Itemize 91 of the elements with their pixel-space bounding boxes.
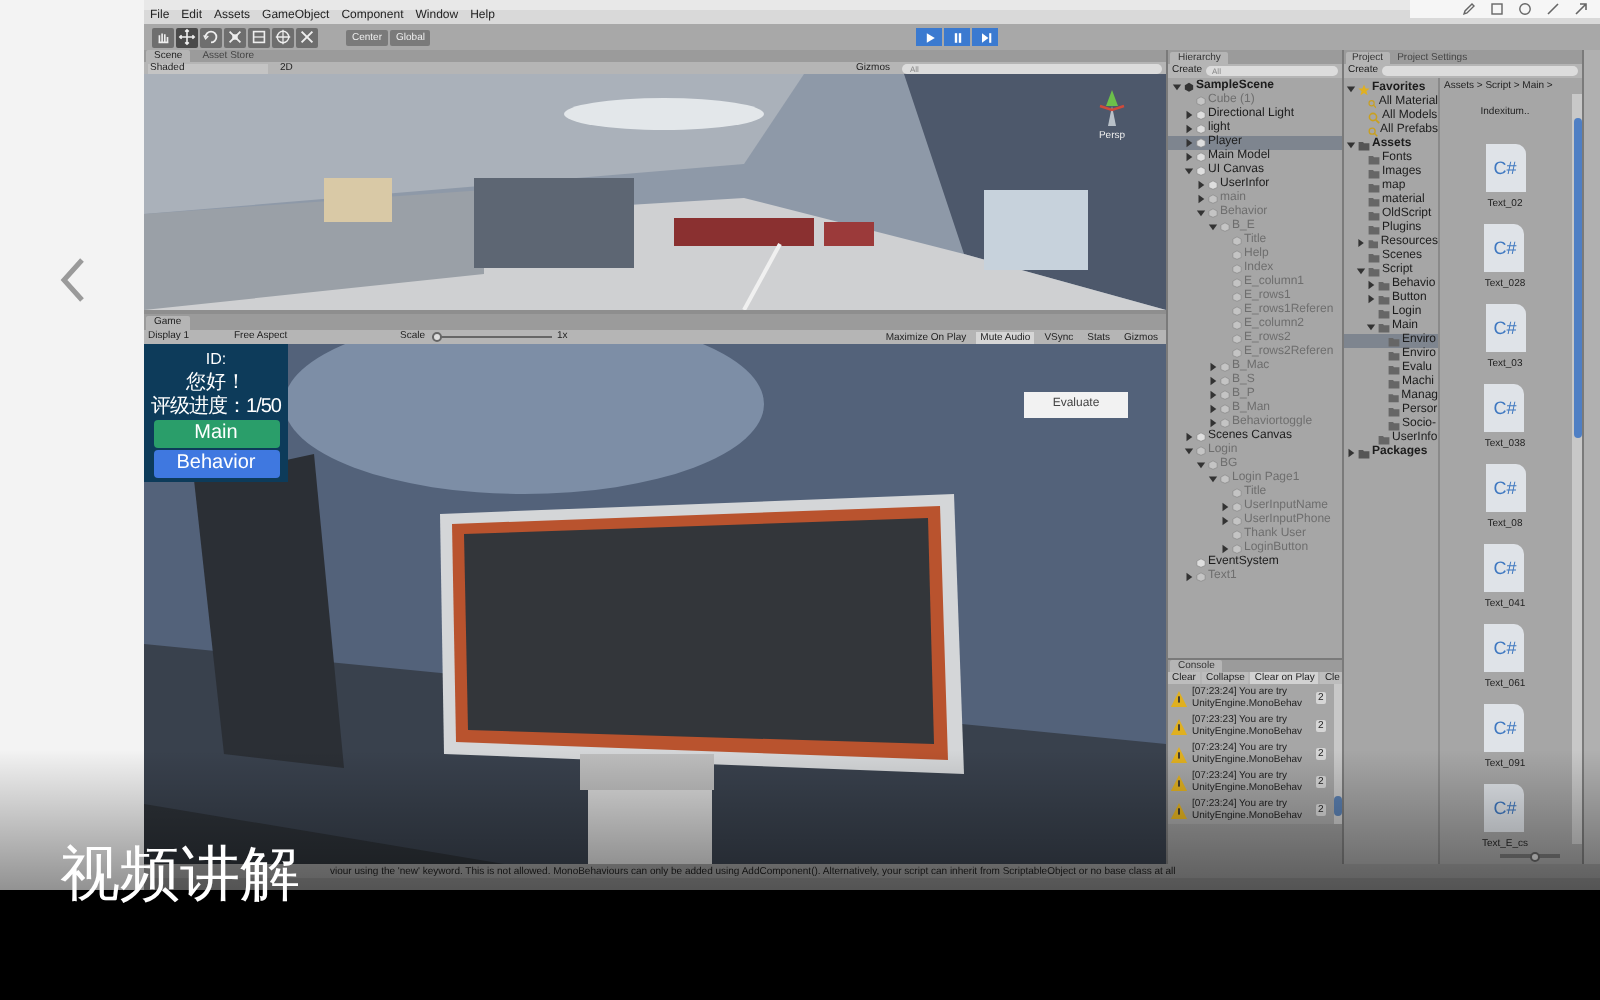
script-file-icon[interactable]: C# [1485, 304, 1525, 352]
disclosure-arrow-icon[interactable] [1220, 544, 1230, 554]
tool-button[interactable] [272, 27, 294, 47]
chevron-left-icon[interactable] [58, 256, 86, 304]
disclosure-arrow-icon[interactable] [1208, 474, 1218, 484]
disclosure-arrow-icon[interactable] [1356, 238, 1366, 248]
disclosure-arrow-icon[interactable] [1366, 294, 1376, 304]
warning-icon [1170, 773, 1188, 791]
disclosure-arrow-icon[interactable] [1346, 140, 1356, 150]
disclosure-arrow-icon[interactable] [1184, 152, 1194, 162]
play-icon [921, 29, 937, 45]
disclosure-arrow-icon[interactable] [1208, 222, 1218, 232]
disclosure-arrow-icon[interactable] [1208, 418, 1218, 428]
script-file-icon[interactable]: C# [1484, 544, 1525, 592]
unity-scene-icon [1184, 82, 1194, 92]
disclosure-arrow-icon[interactable] [1208, 376, 1218, 386]
disclosure-arrow-icon[interactable] [1346, 84, 1356, 94]
file-type-label: C# [1493, 638, 1517, 658]
scrollbar[interactable] [1572, 94, 1582, 844]
greeting-text: 您好！ [186, 372, 246, 394]
script-file-icon[interactable]: C# [1484, 704, 1525, 752]
warning-icon [1170, 717, 1188, 735]
disclosure-arrow-icon[interactable] [1184, 166, 1194, 176]
id-label: ID: [205, 350, 227, 370]
step-icon [977, 29, 993, 45]
disclosure-arrow-icon[interactable] [1366, 280, 1376, 290]
file-type-label: C# [1493, 558, 1517, 578]
move-icon [178, 28, 196, 46]
square-icon[interactable] [1490, 2, 1504, 16]
play-button[interactable] [916, 28, 942, 46]
search-field[interactable] [1382, 66, 1578, 76]
disclosure-arrow-icon[interactable] [1184, 446, 1194, 456]
behavior-button[interactable]: Behavior [153, 450, 279, 478]
tool-button[interactable] [176, 27, 198, 47]
script-file-icon[interactable]: C# [1484, 624, 1525, 672]
file-type-label: C# [1493, 398, 1517, 418]
disclosure-arrow-icon[interactable] [1220, 502, 1230, 512]
pencil-icon[interactable] [1462, 2, 1476, 16]
disclosure-arrow-icon[interactable] [1356, 266, 1366, 276]
tool-button[interactable] [224, 27, 246, 47]
slider-thumb[interactable] [431, 332, 442, 342]
script-file-icon[interactable]: C# [1485, 464, 1525, 512]
disclosure-arrow-icon[interactable] [1196, 208, 1206, 218]
script-file-icon[interactable]: C# [1484, 224, 1525, 272]
disclosure-arrow-icon[interactable] [1196, 180, 1206, 190]
disclosure-arrow-icon[interactable] [1184, 110, 1194, 120]
script-file-icon[interactable]: C# [1485, 144, 1525, 192]
disclosure-arrow-icon[interactable] [1184, 572, 1194, 582]
file-type-label: C# [1493, 158, 1517, 178]
arrow-icon[interactable] [1574, 2, 1588, 16]
progress-text: 评级进度：1/50 [151, 396, 281, 418]
file-type-label: C# [1493, 478, 1517, 498]
tool-button[interactable] [248, 27, 270, 47]
circle-icon[interactable] [1518, 2, 1532, 16]
scale-icon [226, 28, 244, 46]
disclosure-arrow-icon[interactable] [1208, 362, 1218, 372]
script-file-icon[interactable]: C# [1484, 384, 1525, 432]
scrollbar[interactable] [1334, 684, 1342, 824]
rect-tool-icon [250, 28, 268, 46]
tool-button[interactable] [296, 27, 318, 47]
file-type-label: C# [1493, 718, 1517, 738]
disclosure-arrow-icon[interactable] [1172, 82, 1182, 92]
star-icon [1358, 83, 1370, 95]
crossed-tools-icon [298, 28, 316, 46]
disclosure-arrow-icon[interactable] [1366, 322, 1376, 332]
disclosure-arrow-icon[interactable] [1196, 460, 1206, 470]
axis-gizmo-icon[interactable] [1098, 86, 1126, 130]
pause-button[interactable] [944, 28, 970, 46]
step-button[interactable] [972, 28, 998, 46]
tool-button[interactable] [152, 27, 174, 47]
disclosure-arrow-icon[interactable] [1208, 404, 1218, 414]
warning-icon [1170, 689, 1188, 707]
zoom-slider-thumb[interactable] [1530, 851, 1540, 861]
file-type-label: C# [1493, 798, 1517, 818]
warning-icon [1170, 801, 1188, 819]
transform-icon [274, 28, 292, 46]
pause-icon [949, 29, 965, 45]
file-type-label: C# [1493, 238, 1517, 258]
warning-icon [1170, 745, 1188, 763]
disclosure-arrow-icon[interactable] [1346, 448, 1356, 458]
disclosure-arrow-icon[interactable] [1220, 516, 1230, 526]
file-type-label: C# [1493, 318, 1517, 338]
disclosure-arrow-icon[interactable] [1196, 194, 1206, 204]
disclosure-arrow-icon[interactable] [1208, 390, 1218, 400]
rotate-icon [202, 28, 220, 46]
tool-button[interactable] [200, 27, 222, 47]
disclosure-arrow-icon[interactable] [1184, 124, 1194, 134]
line-icon[interactable] [1546, 2, 1560, 16]
hand-icon [154, 28, 172, 46]
disclosure-arrow-icon[interactable] [1184, 138, 1194, 148]
disclosure-arrow-icon[interactable] [1184, 432, 1194, 442]
